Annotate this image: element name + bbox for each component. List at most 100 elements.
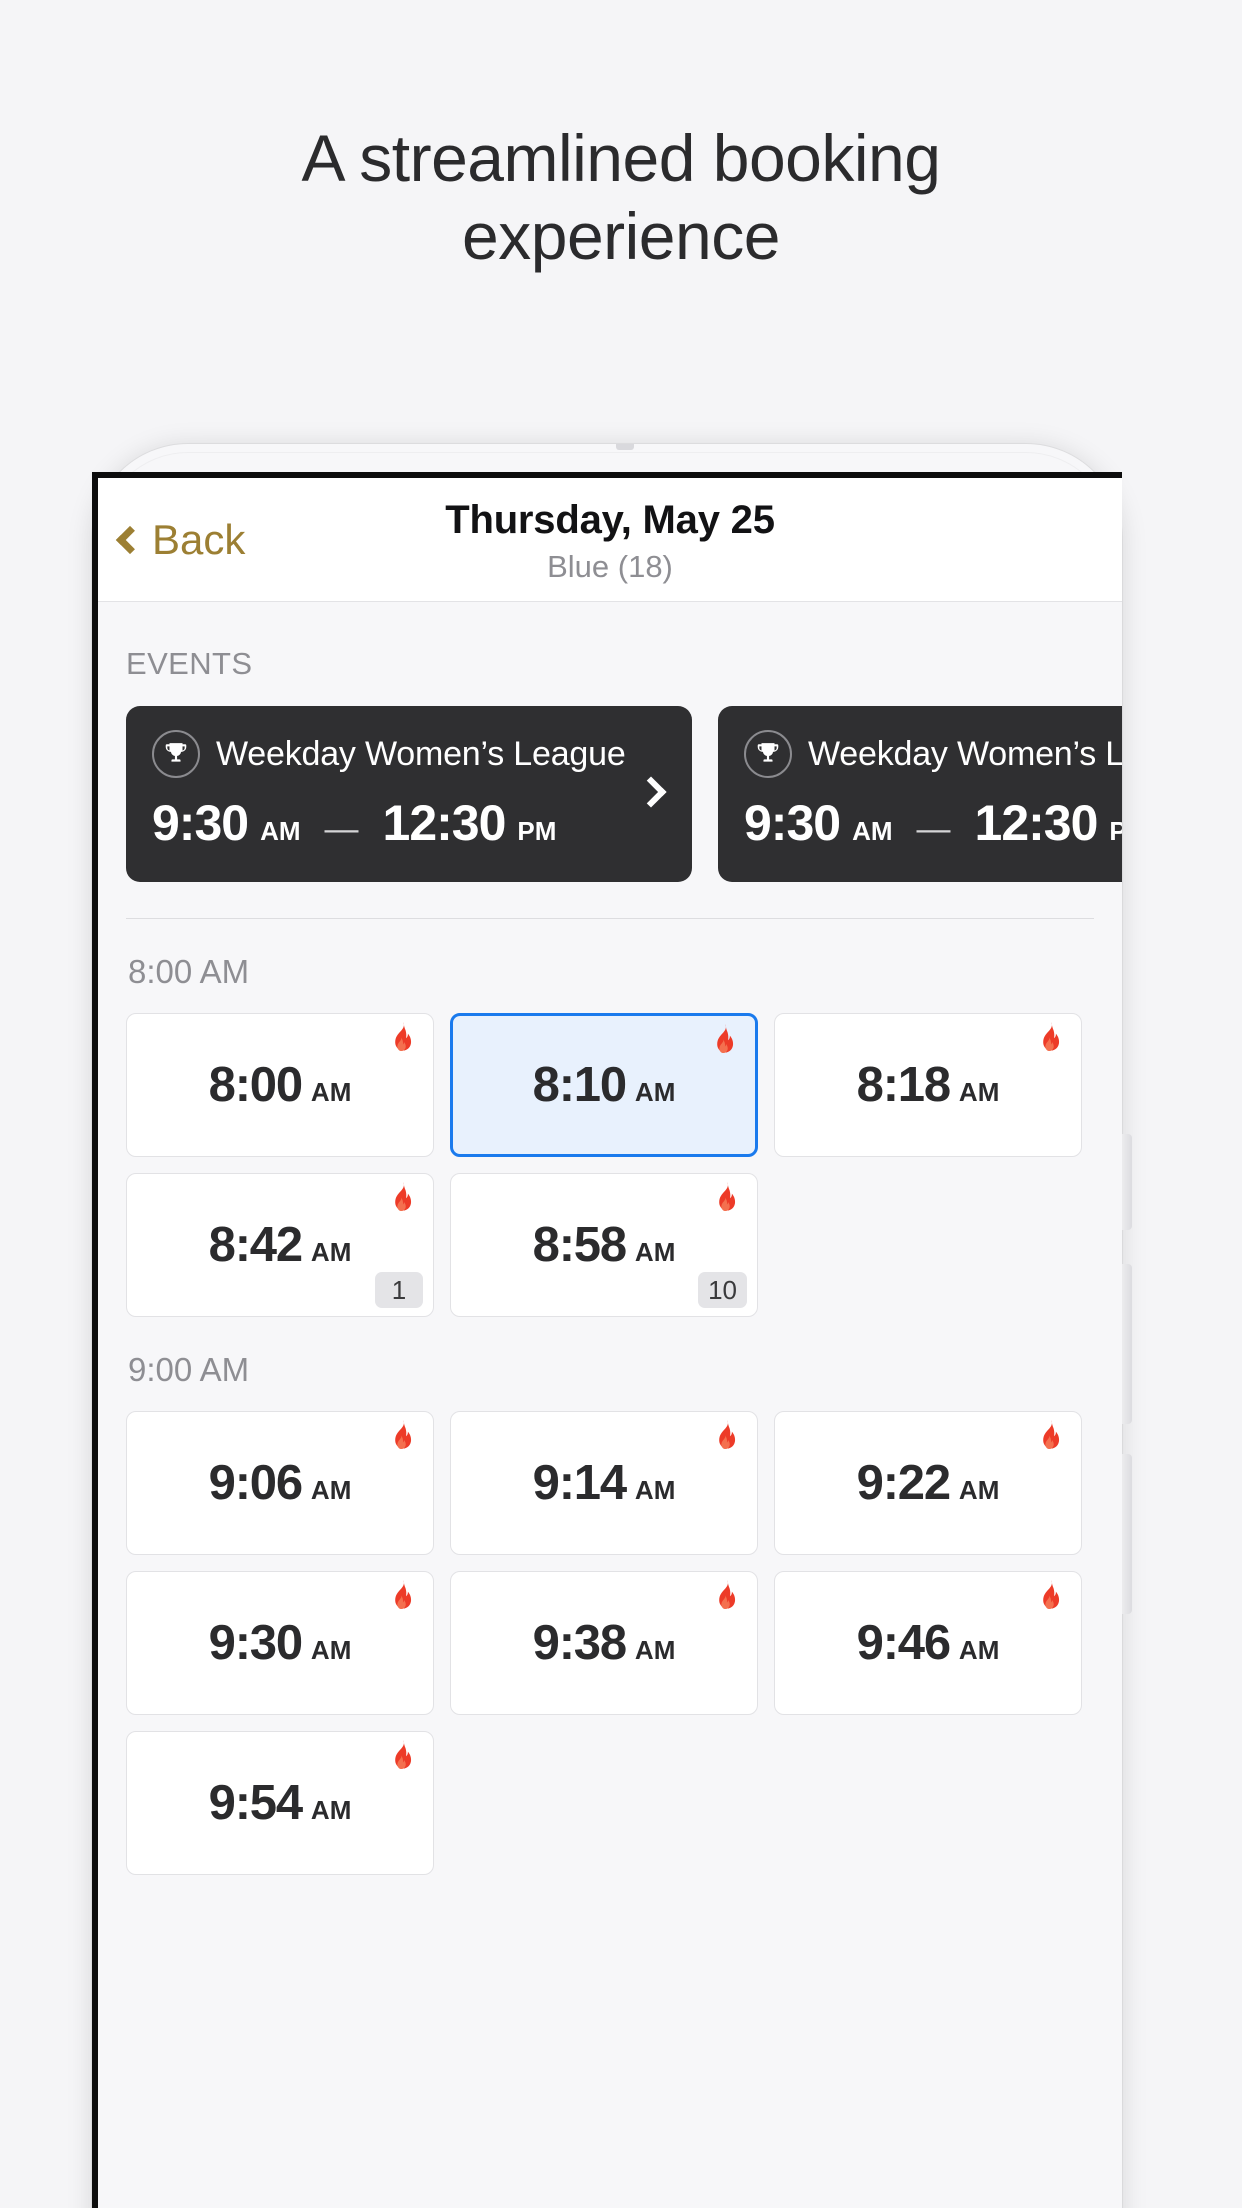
tee-time-label: 9:38 AM: [533, 1615, 676, 1671]
tee-time-slot[interactable]: 9:46 AM: [774, 1571, 1082, 1715]
flame-icon: [709, 1024, 739, 1058]
event-time-range: 9:30 AM — 12:30 PM: [152, 794, 666, 852]
tee-time-label: 9:30 AM: [209, 1615, 352, 1671]
tee-time-slot[interactable]: 9:06 AM: [126, 1411, 434, 1555]
tee-time-label: 9:46 AM: [857, 1615, 1000, 1671]
event-name: Weekday Women’s League: [808, 734, 1122, 773]
tee-time-slot[interactable]: 9:14 AM: [450, 1411, 758, 1555]
event-card[interactable]: Weekday Women’s League 9:30 AM — 12:30 PM: [126, 706, 692, 882]
tee-time-slot[interactable]: 9:30 AM: [126, 1571, 434, 1715]
tee-time-label: 9:14 AM: [533, 1455, 676, 1511]
tee-time-value: 9:06: [208, 1456, 303, 1510]
event-name: Weekday Women’s League: [216, 734, 626, 773]
tee-time-value: 8:58: [532, 1218, 627, 1272]
tee-time-label: 9:54 AM: [209, 1775, 352, 1831]
tee-time-meridiem: AM: [958, 1635, 1000, 1665]
tee-time-label: 9:22 AM: [857, 1455, 1000, 1511]
tee-time-slot[interactable]: 8:18 AM: [774, 1013, 1082, 1157]
time-group-label: 9:00 AM: [128, 1351, 250, 1388]
time-group-label: 8:00 AM: [128, 953, 250, 990]
tee-time-value: 8:00: [208, 1058, 303, 1112]
page-title: A streamlined booking experience: [0, 120, 1242, 276]
tee-time-slot[interactable]: 9:38 AM: [450, 1571, 758, 1715]
tee-time-slot[interactable]: 8:58 AM 10: [450, 1173, 758, 1317]
tee-time-label: 8:42 AM: [209, 1217, 352, 1273]
tee-time-meridiem: AM: [634, 1475, 676, 1505]
flame-icon: [387, 1182, 417, 1216]
tee-time-label: 9:06 AM: [209, 1455, 352, 1511]
tee-time-slot[interactable]: 8:42 AM 1: [126, 1173, 434, 1317]
flame-icon: [711, 1182, 741, 1216]
tee-time-label: 8:18 AM: [857, 1057, 1000, 1113]
tee-time-meridiem: AM: [634, 1635, 676, 1665]
tee-time-value: 9:54: [208, 1776, 303, 1830]
flame-icon: [711, 1580, 741, 1614]
event-end-time: 12:30: [382, 795, 507, 851]
tee-time-meridiem: AM: [310, 1795, 352, 1825]
tee-time-meridiem: AM: [310, 1237, 352, 1267]
tee-times-list: 8:00 AM 8:00 AM 8:10 AM 8:18 AM 8:42 AM 1 8:58 AM 10…: [98, 919, 1122, 1875]
tee-time-value: 8:18: [856, 1058, 951, 1112]
tee-time-grid: 9:06 AM 9:14 AM 9:22 AM 9:30 AM 9:38 AM 9:46 AM 9:54…: [98, 1389, 1098, 1875]
tee-time-label: 8:00 AM: [209, 1057, 352, 1113]
tee-time-value: 9:14: [532, 1456, 627, 1510]
events-section-label: EVENTS: [126, 646, 253, 681]
tee-time-meridiem: AM: [634, 1237, 676, 1267]
tee-time-meridiem: AM: [958, 1475, 1000, 1505]
tee-time-meridiem: AM: [310, 1077, 352, 1107]
event-start-time: 9:30: [152, 795, 249, 851]
event-start-meridiem: AM: [852, 816, 893, 846]
tee-time-meridiem: AM: [958, 1077, 1000, 1107]
event-start-time: 9:30: [744, 795, 841, 851]
flame-icon: [1035, 1580, 1065, 1614]
events-carousel[interactable]: Weekday Women’s League 9:30 AM —12:30 PM Week…: [98, 682, 1122, 882]
trophy-icon: [152, 730, 200, 778]
tee-time-label: 8:58 AM: [533, 1217, 676, 1273]
slot-count-badge: 10: [698, 1272, 747, 1308]
tee-time-meridiem: AM: [310, 1475, 352, 1505]
event-end-meridiem: PM: [1109, 816, 1122, 847]
flame-icon: [387, 1580, 417, 1614]
back-button[interactable]: Back: [115, 515, 246, 564]
course-subtitle: Blue (18): [547, 549, 673, 584]
tee-time-meridiem: AM: [310, 1635, 352, 1665]
flame-icon: [387, 1740, 417, 1774]
tee-time-value: 9:30: [208, 1616, 303, 1670]
headline-line-2: experience: [462, 198, 780, 273]
trophy-icon: [744, 730, 792, 778]
app-content[interactable]: EVENTS Weekday Women’s League 9:30 AM —12:3…: [98, 602, 1122, 2208]
phone-mockup: Back Thursday, May 25 Blue (18) EVENTS W…: [92, 444, 1132, 2208]
tee-time-slot[interactable]: 8:00 AM: [126, 1013, 434, 1157]
flame-icon: [1035, 1022, 1065, 1056]
promo-screen: A streamlined booking experience Back Th…: [0, 0, 1242, 2208]
phone-screen: Back Thursday, May 25 Blue (18) EVENTS W…: [92, 472, 1122, 2208]
tee-time-label: 8:10 AM: [533, 1057, 676, 1113]
app-root: Back Thursday, May 25 Blue (18) EVENTS W…: [98, 478, 1122, 2208]
event-card[interactable]: Weekday Women’s League 9:30 AM — 12:30 PM: [718, 706, 1122, 882]
tee-time-grid: 8:00 AM 8:10 AM 8:18 AM 8:42 AM 1 8:58 AM 10: [98, 991, 1098, 1317]
event-end-meridiem: PM: [517, 816, 557, 846]
tee-time-value: 8:10: [532, 1058, 627, 1112]
event-time-range: 9:30 AM — 12:30 PM: [744, 794, 1122, 852]
headline-line-1: A streamlined booking: [301, 121, 941, 195]
flame-icon: [387, 1420, 417, 1454]
phone-button-silent[interactable]: [1122, 1134, 1132, 1230]
event-time-dash: —: [324, 810, 359, 848]
slot-count-badge: 1: [375, 1272, 423, 1308]
event-start-meridiem: AM: [260, 816, 301, 846]
event-card-header: Weekday Women’s League: [744, 730, 1122, 778]
tee-time-value: 9:46: [856, 1616, 951, 1670]
tee-time-slot-selected[interactable]: 8:10 AM: [450, 1013, 758, 1157]
tee-time-slot[interactable]: 9:54 AM: [126, 1731, 434, 1875]
tee-time-value: 9:22: [856, 1456, 951, 1510]
event-time-dash: —: [916, 810, 951, 848]
tee-time-value: 9:38: [532, 1616, 627, 1670]
tee-time-meridiem: AM: [634, 1077, 676, 1107]
phone-antenna-mark: [616, 444, 634, 450]
phone-button-volume-down[interactable]: [1122, 1454, 1132, 1614]
flame-icon: [387, 1022, 417, 1056]
navbar-title-block: Thursday, May 25 Blue (18): [98, 498, 1122, 585]
tee-time-slot[interactable]: 9:22 AM: [774, 1411, 1082, 1555]
back-button-label: Back: [152, 515, 246, 563]
phone-button-volume-up[interactable]: [1122, 1264, 1132, 1424]
